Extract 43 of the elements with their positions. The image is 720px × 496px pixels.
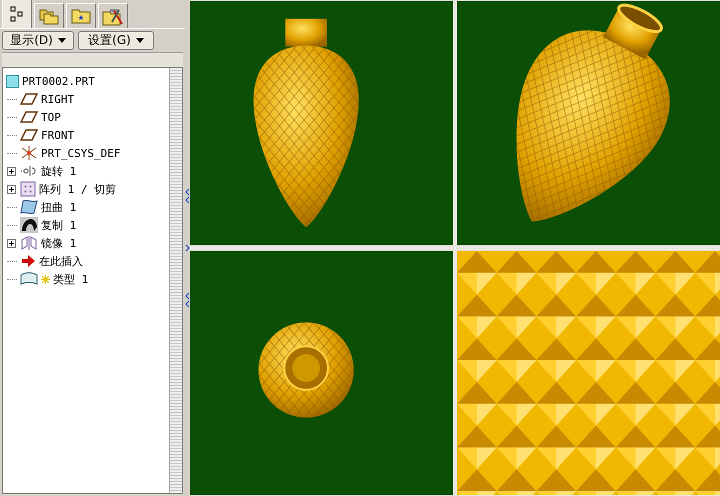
panel-tab[interactable] (66, 3, 96, 28)
plane-icon (20, 110, 38, 124)
arrow-icon (20, 254, 36, 268)
collapse-arrows-icon[interactable] (185, 292, 190, 308)
tree-item[interactable]: RIGHT (41, 92, 74, 106)
collapse-arrows-icon[interactable] (185, 188, 190, 204)
tree-item[interactable]: FRONT (41, 128, 74, 142)
panel-tab[interactable] (2, 0, 32, 28)
tree-item[interactable]: PRT_CSYS_DEF (41, 146, 120, 160)
scrollbar[interactable] (169, 68, 182, 493)
tools-folder-icon (102, 6, 124, 26)
copy-icon (20, 217, 38, 233)
part-icon (6, 74, 19, 88)
plane-icon (20, 128, 38, 142)
tree-item[interactable]: 在此插入 (39, 254, 83, 268)
dropdown-button[interactable]: 显示(D) (2, 31, 74, 50)
expand-icon[interactable] (7, 238, 16, 248)
plane-icon (20, 92, 38, 106)
tree-item[interactable]: TOP (41, 110, 61, 124)
tree-icon (10, 6, 24, 22)
tree-item[interactable]: 扭曲 1 (41, 200, 76, 214)
tree-item[interactable]: 复制 1 (41, 218, 76, 232)
panel-tab[interactable] (34, 3, 64, 28)
caret-icon (136, 38, 144, 43)
tree-item[interactable]: 阵列 1 / 切剪 (39, 182, 116, 196)
folder-icon (71, 8, 91, 24)
asterisk-icon (41, 274, 50, 284)
csys-icon (20, 145, 38, 161)
surface-icon (20, 272, 38, 286)
tree-item[interactable]: PRT0002.PRT (22, 74, 95, 88)
expand-icon[interactable] (7, 166, 16, 176)
dropdown-button[interactable]: 设置(G) (78, 31, 154, 50)
folders-icon (39, 7, 59, 25)
expand-icon[interactable] (7, 184, 16, 194)
mirror-icon (20, 235, 38, 251)
pattern-icon (20, 181, 36, 197)
panel-tab[interactable] (98, 3, 128, 28)
tree-item[interactable]: 类型 1 (53, 272, 88, 286)
tree-item[interactable]: 旋转 1 (41, 164, 76, 178)
warp-icon (20, 199, 38, 215)
caret-icon (58, 38, 66, 43)
revolve-icon (20, 164, 38, 178)
tree-item[interactable]: 镜像 1 (41, 236, 76, 250)
